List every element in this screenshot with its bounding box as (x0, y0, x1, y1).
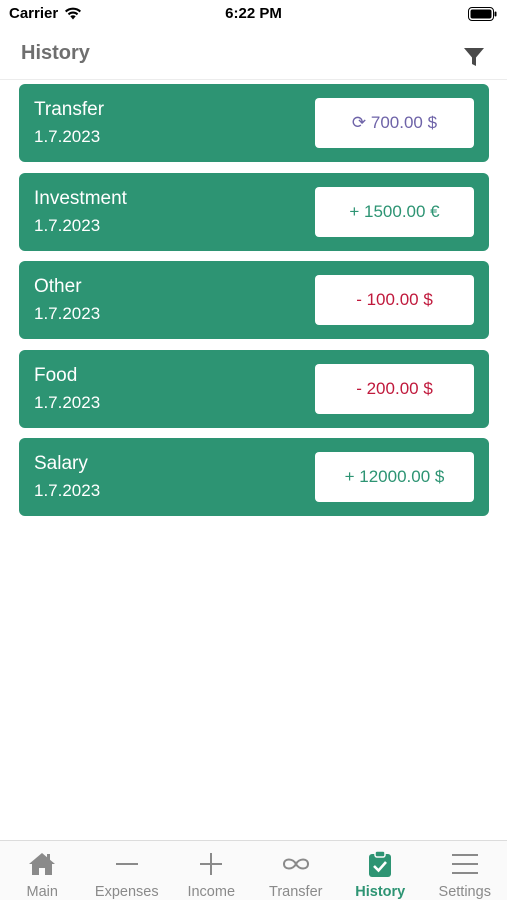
transaction-card[interactable]: Transfer 1.7.2023 ⟳ 700.00 $ (19, 84, 489, 162)
transaction-amount: + 1500.00 € (315, 186, 474, 237)
transaction-card[interactable]: Other 1.7.2023 - 100.00 $ (19, 261, 489, 339)
tab-income[interactable]: Income (169, 841, 254, 900)
transaction-category: Salary (34, 453, 88, 474)
tab-label: Transfer (269, 884, 323, 900)
tab-label: Settings (438, 884, 491, 900)
transaction-card[interactable]: Investment 1.7.2023 + 1500.00 € (19, 172, 489, 251)
amount-label: - 100.00 $ (356, 290, 433, 309)
transaction-date: 1.7.2023 (34, 481, 101, 500)
transaction-card[interactable]: Salary 1.7.2023 + 12000.00 $ (19, 438, 489, 516)
amount-label: - 200.00 $ (356, 378, 433, 398)
minus-icon (112, 849, 142, 879)
tab-label: Main (26, 884, 58, 900)
transaction-list: Transfer 1.7.2023 ⟳ 700.00 $ Investment … (19, 84, 489, 527)
infinity-icon (281, 849, 311, 879)
transaction-category: Food (34, 364, 78, 386)
tab-label: Income (187, 884, 236, 900)
transaction-date: 1.7.2023 (34, 127, 101, 146)
tab-main[interactable]: Main (0, 841, 85, 900)
transaction-category: Other (34, 276, 82, 297)
transaction-amount: ⟳ 700.00 $ (315, 98, 474, 148)
amount-label: + 12000.00 $ (344, 467, 445, 486)
filter-icon[interactable] (463, 46, 485, 68)
tab-label: Expenses (94, 884, 159, 900)
transaction-card[interactable]: Food 1.7.2023 - 200.00 $ (19, 349, 489, 428)
home-icon (27, 849, 57, 879)
battery-icon (468, 7, 497, 21)
tab-expenses[interactable]: Expenses (85, 841, 170, 900)
menu-icon (450, 849, 480, 879)
clipboard-check-icon (365, 849, 395, 879)
tab-bar: Main Expenses Income Transfer History Se… (0, 840, 507, 900)
plus-icon (196, 849, 226, 879)
transaction-date: 1.7.2023 (34, 215, 101, 235)
tab-settings[interactable]: Settings (423, 841, 507, 900)
tab-history[interactable]: History (338, 841, 423, 900)
transaction-amount: - 100.00 $ (315, 275, 474, 325)
status-time: 6:22 PM (225, 5, 282, 22)
amount-label: + 1500.00 € (349, 201, 440, 221)
page-title: History (21, 42, 90, 64)
navigation-bar: History (0, 30, 507, 80)
amount-label: ⟳ 700.00 $ (351, 113, 438, 132)
tab-label: History (355, 884, 406, 900)
transaction-amount: + 12000.00 $ (315, 452, 474, 502)
transaction-category: Investment (34, 187, 127, 209)
transaction-category: Transfer (34, 99, 105, 120)
transaction-amount: - 200.00 $ (315, 363, 474, 414)
tab-transfer[interactable]: Transfer (254, 841, 339, 900)
transaction-date: 1.7.2023 (34, 392, 101, 412)
transaction-date: 1.7.2023 (34, 304, 101, 323)
status-bar: Carrier 6:22 PM (0, 0, 507, 30)
